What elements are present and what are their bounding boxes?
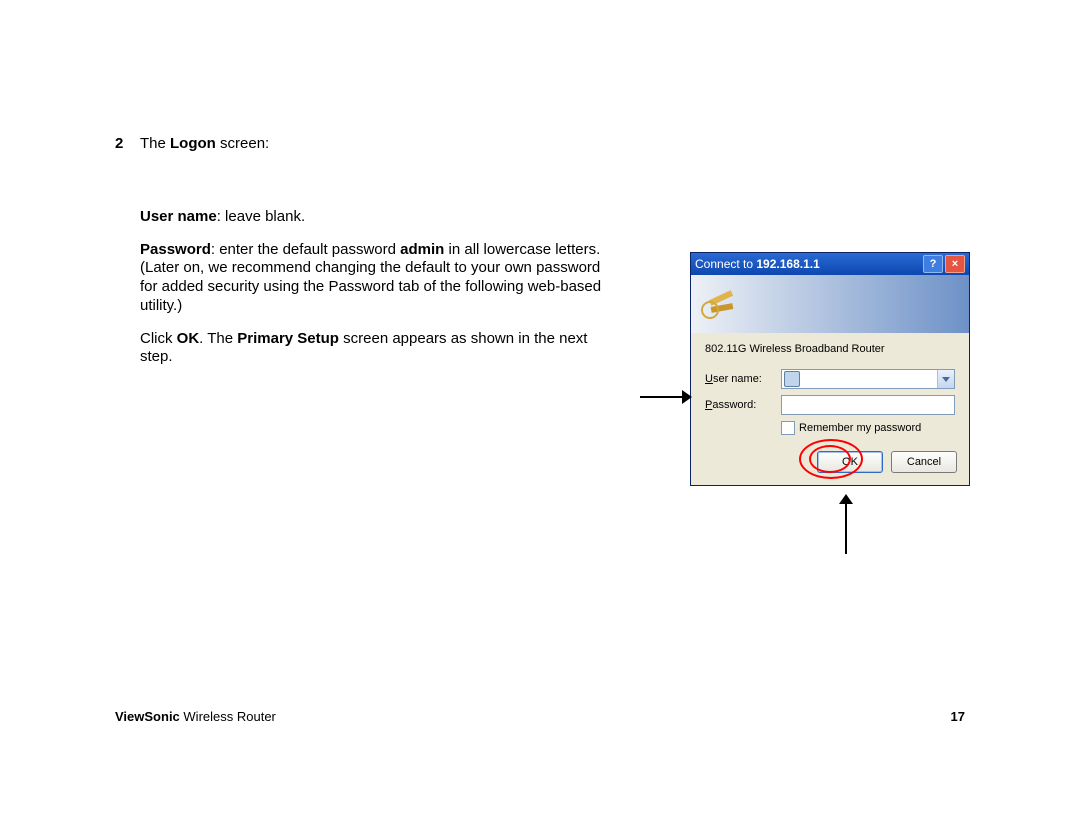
text: emember my password <box>807 422 921 434</box>
text: The <box>140 135 170 152</box>
password-label-bold: Password <box>140 241 211 258</box>
username-combo[interactable] <box>781 369 955 389</box>
text: : leave blank. <box>217 208 305 225</box>
footer-product: Wireless Router <box>180 709 276 724</box>
remember-checkbox[interactable] <box>781 421 795 435</box>
u-underline: U <box>705 373 713 385</box>
footer-brand: ViewSonic <box>115 709 180 724</box>
primary-setup-bold: Primary Setup <box>237 330 339 347</box>
text: Click <box>140 330 177 347</box>
page-number: 17 <box>951 709 965 724</box>
username-label: User name: <box>705 373 781 385</box>
ok-button[interactable]: OK <box>817 451 883 473</box>
annotation-arrow-left <box>640 387 690 407</box>
step-number: 2 <box>115 135 123 152</box>
text: screen: <box>216 135 269 152</box>
username-label-bold: User name <box>140 208 217 225</box>
titlebar-text: Connect to 192.168.1.1 <box>695 257 921 271</box>
dialog-buttons: OK Cancel <box>691 441 969 485</box>
password-instruction: Password: enter the default password adm… <box>140 241 610 316</box>
click-ok-instruction: Click OK. The Primary Setup screen appea… <box>140 330 610 368</box>
realm-text: 802.11G Wireless Broadband Router <box>705 343 955 355</box>
step-title-line: The Logon screen: <box>140 135 610 154</box>
password-label: Password: <box>705 399 781 411</box>
body-text: The Logon screen: User name: leave blank… <box>140 135 610 381</box>
dialog-banner <box>691 275 969 333</box>
admin-bold: admin <box>400 241 444 258</box>
r-underline: R <box>799 422 807 434</box>
annotation-arrow-up <box>836 496 856 554</box>
user-icon <box>784 371 800 387</box>
cancel-button[interactable]: Cancel <box>891 451 957 473</box>
page-footer: ViewSonic Wireless Router 17 <box>115 709 965 724</box>
dialog-window: Connect to 192.168.1.1 ? × 802.11G Wirel… <box>690 252 970 486</box>
logon-bold: Logon <box>170 135 216 152</box>
dialog-form: 802.11G Wireless Broadband Router User n… <box>691 333 969 441</box>
title-ip: 192.168.1.1 <box>756 257 819 271</box>
remember-label: Remember my password <box>799 422 921 434</box>
titlebar: Connect to 192.168.1.1 ? × <box>691 253 969 275</box>
text: : enter the default password <box>211 241 400 258</box>
text: assword: <box>712 399 756 411</box>
close-button[interactable]: × <box>945 255 965 273</box>
password-input[interactable] <box>781 395 955 415</box>
password-row: Password: <box>705 395 955 415</box>
title-prefix: Connect to <box>695 257 756 271</box>
text: . The <box>199 330 237 347</box>
ok-bold: OK <box>177 330 200 347</box>
username-row: User name: <box>705 369 955 389</box>
text: ser name: <box>713 373 762 385</box>
keys-icon <box>701 287 735 321</box>
chevron-down-icon <box>942 377 950 382</box>
username-instruction: User name: leave blank. <box>140 208 610 227</box>
dropdown-button[interactable] <box>937 370 954 388</box>
help-button[interactable]: ? <box>923 255 943 273</box>
logon-dialog-screenshot: Connect to 192.168.1.1 ? × 802.11G Wirel… <box>690 252 970 486</box>
remember-row: Remember my password <box>781 421 955 435</box>
